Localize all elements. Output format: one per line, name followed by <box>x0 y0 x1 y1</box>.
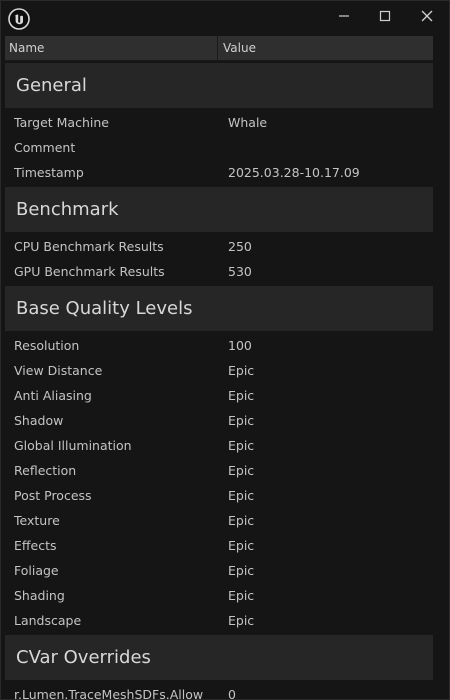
row-value: 2025.03.28-10.17.09 <box>228 165 360 180</box>
row-value: Epic <box>228 613 255 628</box>
row-value: 0 <box>228 687 236 699</box>
row-name: Foliage <box>14 563 59 578</box>
row-value: Epic <box>228 588 255 603</box>
row-name: Resolution <box>14 338 80 353</box>
title-bar[interactable] <box>1 1 449 35</box>
row-name: Target Machine <box>14 115 109 130</box>
table-row: Resolution 100 <box>5 333 433 358</box>
row-value: 250 <box>228 239 252 254</box>
settings-window: Name Value General Target Machine Whale … <box>0 0 450 700</box>
row-name: Shading <box>14 588 65 603</box>
row-name: Reflection <box>14 463 77 478</box>
minimize-icon <box>339 15 349 17</box>
table-row: CPU Benchmark Results 250 <box>5 234 433 259</box>
minimize-button[interactable] <box>329 5 359 27</box>
table-row: Foliage Epic <box>5 558 433 583</box>
row-value: Epic <box>228 438 255 453</box>
row-value: Epic <box>228 488 255 503</box>
row-name: Timestamp <box>14 165 84 180</box>
table-row: Shading Epic <box>5 583 433 608</box>
section-header-base-quality-levels: Base Quality Levels <box>5 286 433 331</box>
maximize-icon <box>379 10 391 22</box>
table-row: Comment <box>5 135 433 160</box>
table-row: Effects Epic <box>5 533 433 558</box>
row-value: Epic <box>228 538 255 553</box>
table-row: Reflection Epic <box>5 458 433 483</box>
table-row: Post Process Epic <box>5 483 433 508</box>
table-row: GPU Benchmark Results 530 <box>5 259 433 284</box>
section-header-benchmark: Benchmark <box>5 187 433 232</box>
column-header-value[interactable]: Value <box>219 36 433 60</box>
row-name: Landscape <box>14 613 82 628</box>
close-icon <box>421 10 433 22</box>
row-name: r.Lumen.TraceMeshSDFs.Allow <box>14 687 204 699</box>
table-row: Timestamp 2025.03.28-10.17.09 <box>5 160 433 185</box>
row-name: Effects <box>14 538 57 553</box>
row-name: Anti Aliasing <box>14 388 92 403</box>
section-header-cvar-overrides: CVar Overrides <box>5 635 433 680</box>
row-name: Shadow <box>14 413 64 428</box>
row-name: Texture <box>14 513 60 528</box>
row-name: CPU Benchmark Results <box>14 239 164 254</box>
row-value: Epic <box>228 513 255 528</box>
close-button[interactable] <box>412 5 442 27</box>
row-value: 530 <box>228 264 252 279</box>
row-name: GPU Benchmark Results <box>14 264 165 279</box>
table-row: Texture Epic <box>5 508 433 533</box>
row-name: View Distance <box>14 363 103 378</box>
section-header-general: General <box>5 63 433 108</box>
row-name: Comment <box>14 140 76 155</box>
table-row: Target Machine Whale <box>5 110 433 135</box>
unreal-logo-icon <box>8 8 30 30</box>
table-row: r.Lumen.TraceMeshSDFs.Allow 0 <box>5 682 433 699</box>
row-value: Epic <box>228 363 255 378</box>
table-row: View Distance Epic <box>5 358 433 383</box>
maximize-button[interactable] <box>370 5 400 27</box>
row-value: Epic <box>228 463 255 478</box>
column-header-name[interactable]: Name <box>5 36 218 60</box>
row-value: 100 <box>228 338 252 353</box>
row-value: Epic <box>228 388 255 403</box>
settings-table: Name Value General Target Machine Whale … <box>5 36 433 699</box>
table-row: Landscape Epic <box>5 608 433 633</box>
table-row: Anti Aliasing Epic <box>5 383 433 408</box>
table-header: Name Value <box>5 36 433 61</box>
row-name: Global Illumination <box>14 438 132 453</box>
row-name: Post Process <box>14 488 92 503</box>
table-row: Global Illumination Epic <box>5 433 433 458</box>
table-row: Shadow Epic <box>5 408 433 433</box>
row-value: Epic <box>228 563 255 578</box>
row-value: Whale <box>228 115 268 130</box>
row-value: Epic <box>228 413 255 428</box>
